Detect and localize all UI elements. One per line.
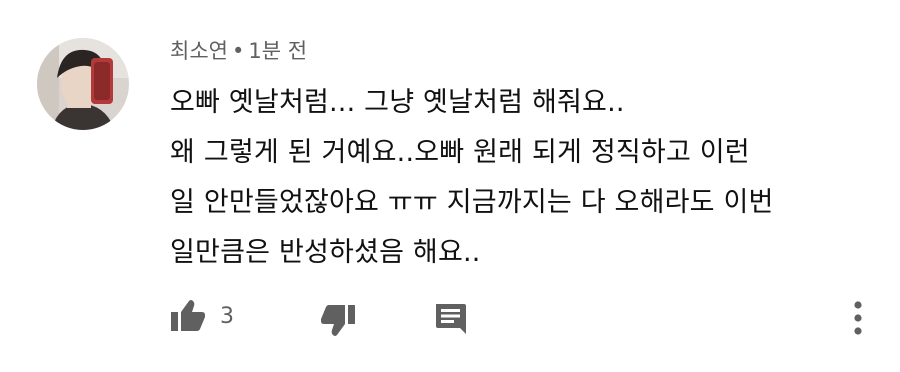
comment-meta: 최소연 • 1분 전 [170, 36, 307, 66]
thumbs-up-icon [171, 300, 205, 331]
comment-text-line: 일 안만들었잖아요 ㅠㅠ 지금까지는 다 오해라도 이번 [170, 187, 774, 218]
meta-separator: • [231, 39, 245, 63]
like-button[interactable] [168, 296, 208, 336]
more-options-button[interactable] [840, 296, 876, 340]
reply-comment-icon [436, 304, 466, 334]
avatar[interactable] [37, 38, 129, 130]
dislike-button[interactable] [318, 300, 358, 340]
avatar-image [37, 38, 129, 130]
thumbs-down-icon [321, 305, 355, 336]
comment-text-line: 일만큼은 반성하셨음 해요.. [170, 237, 481, 268]
more-vertical-icon [854, 301, 862, 335]
comment-timestamp[interactable]: 1분 전 [248, 39, 307, 63]
like-count: 3 [220, 304, 234, 329]
comment-text: 오빠 옛날처럼... 그냥 옛날처럼 해줘요.. 왜 그렇게 된 거예요..오빠… [170, 78, 870, 278]
comment-text-line: 오빠 옛날처럼... 그냥 옛날처럼 해줘요.. [170, 87, 625, 118]
reply-button[interactable] [430, 298, 470, 338]
comment-card: 최소연 • 1분 전 오빠 옛날처럼... 그냥 옛날처럼 해줘요.. 왜 그렇게 … [0, 0, 900, 372]
author-name[interactable]: 최소연 [170, 39, 228, 63]
comment-text-line: 왜 그렇게 된 거예요..오빠 원래 되게 정직하고 이런 [170, 137, 750, 168]
comment-actions: 3 [0, 290, 900, 350]
